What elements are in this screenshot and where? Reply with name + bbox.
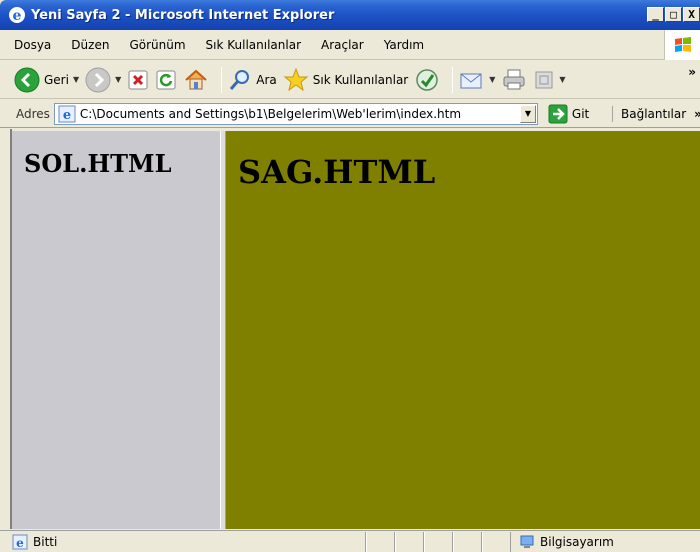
address-input[interactable]: e C:\Documents and Settings\b1\Belgeleri… [53,102,538,125]
menu-yardim[interactable]: Yardım [384,38,424,52]
links-button[interactable]: Bağlantılar » [612,106,700,122]
zone-label: Bilgisayarım [540,534,614,549]
status-bar: e Bitti Bilgisayarım [0,530,700,552]
address-dropdown-icon[interactable]: ▼ [519,104,536,123]
back-label: Geri [44,72,69,87]
right-frame[interactable]: SAG.HTML [226,131,700,529]
menu-duzen[interactable]: Düzen [71,38,109,52]
forward-button[interactable]: ▼ [85,67,121,93]
edit-dropdown-icon[interactable]: ▼ [559,75,565,84]
go-arrow-icon [548,104,568,123]
forward-dropdown-icon[interactable]: ▼ [115,75,121,84]
status-cell [395,531,424,552]
right-frame-heading: SAG.HTML [238,153,436,191]
back-dropdown-icon[interactable]: ▼ [73,75,79,84]
svg-text:e: e [13,8,22,24]
status-cell [366,531,395,552]
minimize-button[interactable]: _ [647,7,664,22]
maximize-button[interactable]: □ [665,7,682,22]
mail-icon [460,73,482,88]
stop-button[interactable] [127,69,149,91]
window-controls: _ □ X [646,7,700,22]
edit-icon [535,71,553,88]
favorites-label: Sık Kullanılanlar [312,72,409,87]
refresh-icon [156,70,176,89]
status-text: Bitti [33,534,58,549]
left-frame-heading: SOL.HTML [24,149,172,178]
status-cell [453,531,482,552]
print-button[interactable] [501,68,527,92]
menu-bar: Dosya Düzen Görünüm Sık Kullanılanlar Ar… [0,30,700,60]
search-button[interactable]: Ara [228,68,277,92]
svg-text:e: e [16,536,24,550]
favorites-button[interactable]: Sık Kullanılanlar [283,67,408,93]
page-icon: e [58,105,76,123]
computer-icon [520,535,534,548]
address-label: Adres [16,106,50,121]
home-button[interactable] [183,67,209,93]
status-cell [482,531,511,552]
mail-button[interactable]: ▼ [459,69,495,91]
menu-araclar[interactable]: Araçlar [321,38,364,52]
menu-dosya[interactable]: Dosya [14,38,51,52]
status-cell [424,531,453,552]
back-button[interactable]: Geri ▼ [14,67,79,93]
links-label: Bağlantılar [621,107,687,121]
address-bar: Adres e C:\Documents and Settings\b1\Bel… [0,100,700,128]
page-done-icon: e [12,534,28,550]
address-value[interactable]: C:\Documents and Settings\b1\Belgelerim\… [80,107,461,121]
title-bar[interactable]: e Yeni Sayfa 2 - Microsoft Internet Expl… [0,0,700,30]
print-icon [503,69,525,89]
mail-dropdown-icon[interactable]: ▼ [489,75,495,84]
status-main: e Bitti [0,531,366,552]
star-icon [283,67,309,91]
links-more-icon[interactable]: » [694,107,700,121]
go-label: Git [571,106,590,121]
menu-gorunum[interactable]: Görünüm [129,38,185,52]
media-icon [416,68,438,91]
search-icon [230,69,250,90]
window-left-border [0,129,12,529]
window-title: Yeni Sayfa 2 - Microsoft Internet Explor… [31,7,335,23]
security-zone[interactable]: Bilgisayarım [511,532,614,552]
menu-sik-kullanilanlar[interactable]: Sık Kullanılanlar [206,38,301,52]
toolbar-separator [221,66,223,93]
toolbar-more-icon[interactable]: » [688,65,696,79]
left-frame[interactable]: SOL.HTML [12,131,220,529]
svg-text:e: e [63,108,71,123]
stop-icon [128,70,148,89]
windows-logo-icon [664,30,700,60]
close-button[interactable]: X [683,7,700,22]
standard-toolbar: Geri ▼ ▼ Ara Sık Kullanılanlar ▼ ▼ » [0,61,700,99]
toolbar-separator [452,66,454,93]
home-icon [185,69,207,89]
search-label: Ara [256,72,277,87]
ie-icon: e [9,7,25,24]
media-button[interactable] [414,67,440,93]
edit-button[interactable]: ▼ [533,69,566,91]
back-arrow-icon [14,67,40,92]
forward-arrow-icon [85,67,111,92]
go-button[interactable]: Git [548,104,589,124]
refresh-button[interactable] [155,69,177,91]
